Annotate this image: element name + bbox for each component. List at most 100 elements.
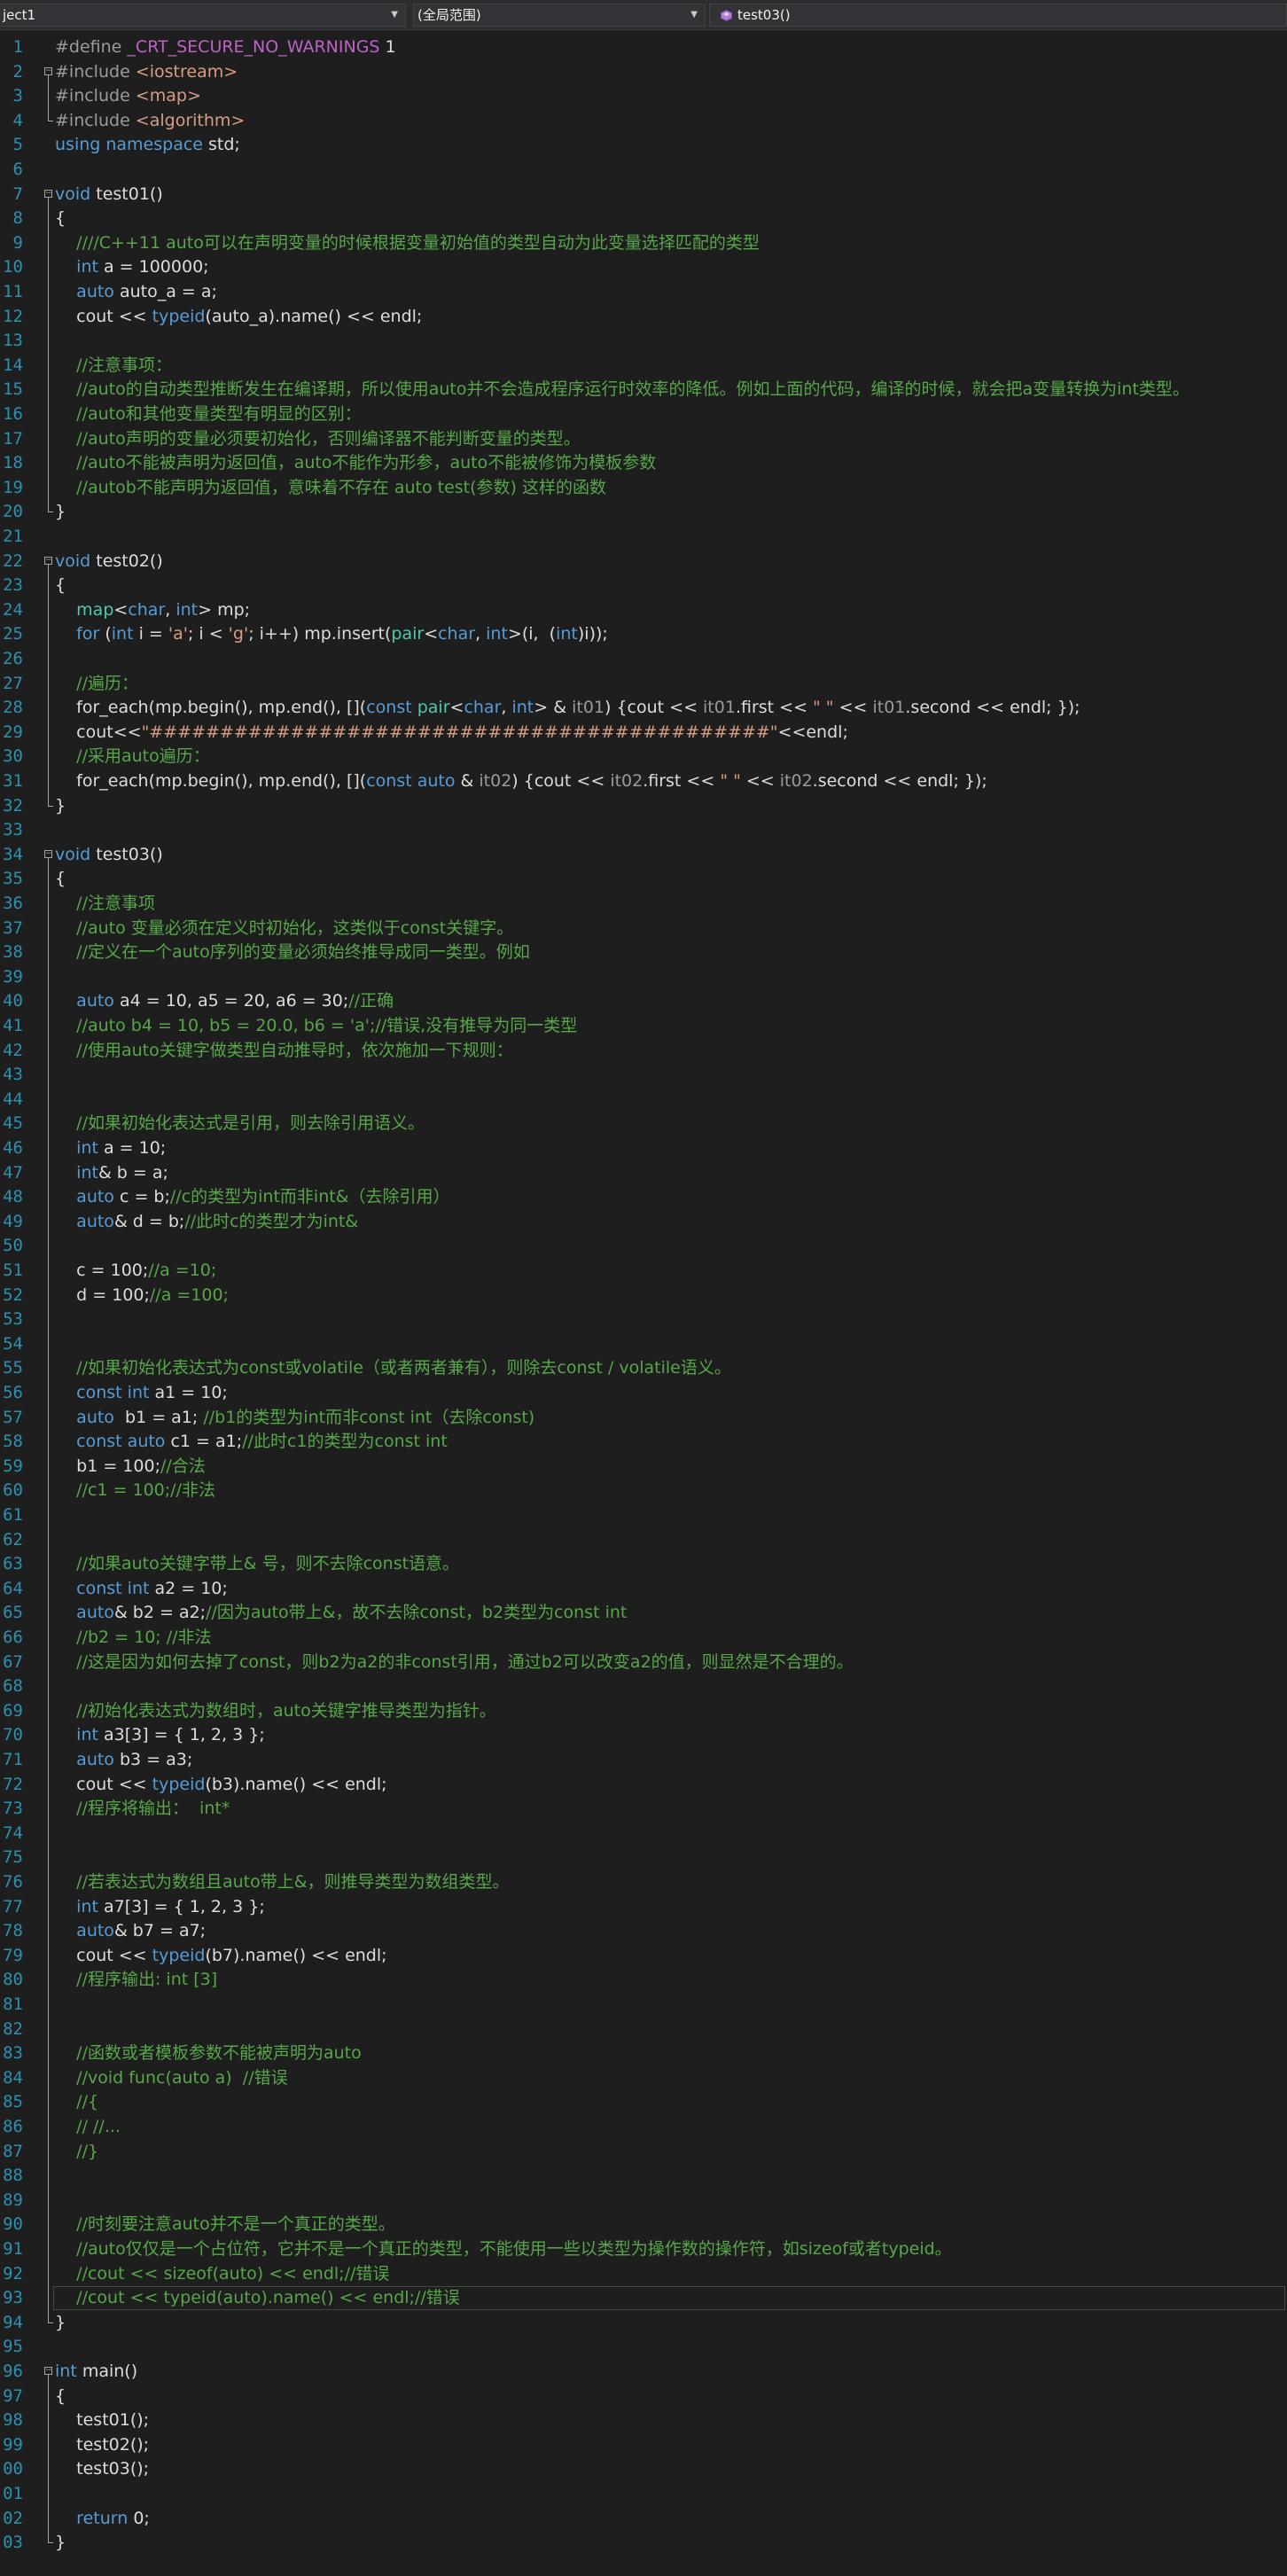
code-line[interactable]: 78 auto& b7 = a7; [0, 1919, 1287, 1944]
code-line[interactable]: 43 [0, 1063, 1287, 1088]
code-line[interactable]: 35 { [0, 867, 1287, 892]
code-line[interactable]: 33 [0, 818, 1287, 843]
code-line[interactable]: 26 [0, 647, 1287, 672]
code-line[interactable]: 74 [0, 1821, 1287, 1846]
code-line[interactable]: 27 //遍历： [0, 671, 1287, 697]
code-line[interactable]: 94} [0, 2310, 1287, 2336]
code-line[interactable]: 71 auto b3 = a3; [0, 1748, 1287, 1773]
code-line[interactable]: 53 [0, 1308, 1287, 1332]
code-line[interactable]: 01 [0, 2482, 1287, 2507]
code-line[interactable]: 02 return 0; [0, 2506, 1287, 2532]
code-line[interactable]: 89 [0, 2188, 1287, 2213]
member-dropdown[interactable]: test03() [709, 4, 1287, 27]
code-line[interactable]: 30 //采用auto遍历： [0, 745, 1287, 769]
code-line[interactable]: 13 [0, 329, 1287, 354]
code-line[interactable]: 55 //如果初始化表达式为const或volatile（或者两者兼有），则除去… [0, 1356, 1287, 1381]
fold-marker[interactable]: − [43, 550, 56, 574]
code-line[interactable]: 18 //auto不能被声明为返回值，auto不能作为形参，auto不能被修饰为… [0, 451, 1287, 476]
code-line[interactable]: 98 test01(); [0, 2408, 1287, 2433]
code-line[interactable]: 48 auto c = b;//c的类型为int而非int&（去除引用） [0, 1185, 1287, 1210]
code-line[interactable]: 25 for (int i = 'a'; i < 'g'; i++) mp.in… [0, 622, 1287, 647]
code-line[interactable]: 23 { [0, 574, 1287, 598]
code-line[interactable]: 38 //定义在一个auto序列的变量必须始终推导成同一类型。例如 [0, 941, 1287, 965]
code-line[interactable]: 87 //} [0, 2139, 1287, 2165]
code-line[interactable]: 83 //函数或者模板参数不能被声明为auto [0, 2041, 1287, 2066]
code-line[interactable]: 46 int a = 10; [0, 1136, 1287, 1161]
code-line[interactable]: 77 int a7[3] = { 1, 2, 3 }; [0, 1894, 1287, 1920]
code-line[interactable]: 17 //auto声明的变量必须要初始化，否则编译器不能判断变量的类型。 [0, 426, 1287, 452]
code-line[interactable]: 40 auto a4 = 10, a5 = 20, a6 = 30;//正确 [0, 989, 1287, 1014]
code-line[interactable]: 41 //auto b4 = 10, b5 = 20.0, b6 = 'a';/… [0, 1014, 1287, 1039]
collapse-icon[interactable]: − [44, 556, 52, 565]
fold-marker[interactable]: − [43, 60, 56, 85]
fold-marker[interactable]: − [43, 183, 56, 207]
code-line[interactable]: 34 − void test03() [0, 843, 1287, 868]
code-line[interactable]: 29 cout<<"##############################… [0, 720, 1287, 745]
code-line[interactable]: 69 //初始化表达式为数组时，auto关键字推导类型为指针。 [0, 1698, 1287, 1724]
collapse-icon[interactable]: − [44, 66, 52, 75]
code-line[interactable]: 70 int a3[3] = { 1, 2, 3 }; [0, 1723, 1287, 1748]
fold-marker[interactable]: − [43, 2360, 56, 2385]
code-line[interactable]: 65 auto& b2 = a2;//因为auto带上&，故不去除const，b… [0, 1601, 1287, 1626]
code-line[interactable]: 73 //程序将输出： int* [0, 1797, 1287, 1822]
code-line[interactable]: 59 b1 = 100;//合法 [0, 1454, 1287, 1479]
code-line[interactable]: 92 //cout << sizeof(auto) << endl;//错误 [0, 2261, 1287, 2287]
code-line[interactable]: 80 //程序输出: int [3] [0, 1968, 1287, 1993]
code-line[interactable]: 15 //auto的自动类型推断发生在编译期，所以使用auto并不会造成程序运行… [0, 378, 1287, 402]
project-dropdown[interactable]: ject1 ▼ [0, 4, 406, 27]
code-line[interactable]: 75 [0, 1846, 1287, 1870]
code-line[interactable]: 91 //auto仅仅是一个占位符，它并不是一个真正的类型，不能使用一些以类型为… [0, 2237, 1287, 2262]
fold-marker[interactable]: − [43, 843, 56, 868]
code-line[interactable]: 3 #include <map> [0, 84, 1287, 109]
code-line[interactable]: 79 cout << typeid(b7).name() << endl; [0, 1943, 1287, 1969]
code-line[interactable]: 72 cout << typeid(b3).name() << endl; [0, 1772, 1287, 1798]
code-line[interactable]: 50 [0, 1234, 1287, 1259]
code-line[interactable]: 24 map<char, int> mp; [0, 597, 1287, 623]
code-line[interactable]: 16 //auto和其他变量类型有明显的区别： [0, 402, 1287, 427]
code-line[interactable]: 21 [0, 525, 1287, 550]
collapse-icon[interactable]: − [44, 849, 52, 858]
code-line[interactable]: 44 [0, 1087, 1287, 1112]
code-line[interactable]: 67 //这是因为如何去掉了const，则b2为a2的非const引用，通过b2… [0, 1650, 1287, 1675]
collapse-icon[interactable]: − [44, 2367, 52, 2375]
code-line[interactable]: 56 const int a1 = 10; [0, 1381, 1287, 1406]
code-line[interactable]: 61 [0, 1503, 1287, 1528]
code-line[interactable]: 63 //如果auto关键字带上& 号，则不去除const语意。 [0, 1552, 1287, 1577]
collapse-icon[interactable]: − [44, 189, 52, 198]
code-line[interactable]: 31 for_each(mp.begin(), mp.end(), [](con… [0, 769, 1287, 794]
code-line[interactable]: 37 //auto 变量必须在定义时初始化，这类似于const关键字。 [0, 916, 1287, 941]
code-line[interactable]: 81 [0, 1993, 1287, 2018]
code-line[interactable]: 1 #define _CRT_SECURE_NO_WARNINGS 1 [0, 35, 1287, 60]
code-line[interactable]: 45 //如果初始化表达式是引用，则去除引用语义。 [0, 1112, 1287, 1136]
code-line[interactable]: 00 test03(); [0, 2457, 1287, 2482]
code-line[interactable]: 9 ////C++11 auto可以在声明变量的时候根据变量初始值的类型自动为此… [0, 230, 1287, 256]
code-line[interactable]: 90 //时刻要注意auto并不是一个真正的类型。 [0, 2213, 1287, 2237]
code-line[interactable]: 96 − int main() [0, 2360, 1287, 2385]
code-line[interactable]: 51 c = 100;//a =10; [0, 1259, 1287, 1284]
code-line[interactable]: 47 int& b = a; [0, 1160, 1287, 1186]
code-line[interactable]: 85 //{ [0, 2090, 1287, 2115]
code-line[interactable]: 99 test02(); [0, 2432, 1287, 2458]
code-line[interactable]: 95 [0, 2335, 1287, 2360]
code-line[interactable]: 82 [0, 2017, 1287, 2042]
code-line[interactable]: 8{ [0, 207, 1287, 231]
code-line[interactable]: 11 auto auto_a = a; [0, 280, 1287, 305]
code-line[interactable]: 86 // //... [0, 2115, 1287, 2140]
code-line[interactable]: 22 − void test02() [0, 550, 1287, 574]
scope-dropdown[interactable]: (全局范围) ▼ [413, 4, 706, 27]
code-line[interactable]: 20} [0, 500, 1287, 525]
code-editor[interactable]: 1 #define _CRT_SECURE_NO_WARNINGS 1 2− #inc… [0, 30, 1287, 2576]
code-line[interactable]: 62 [0, 1527, 1287, 1553]
code-line[interactable]: 68 [0, 1674, 1287, 1699]
code-line[interactable]: 19 //autob不能声明为返回值，意味着不存在 auto test(参数) … [0, 475, 1287, 501]
code-line[interactable]: 32} [0, 793, 1287, 819]
code-line[interactable]: 2 − #include <iostream> [0, 60, 1287, 85]
code-line[interactable]: 66 //b2 = 10; //非法 [0, 1626, 1287, 1651]
code-line[interactable]: 52 d = 100;//a =100; [0, 1283, 1287, 1308]
code-line[interactable]: 4 #include <algorithm> [0, 108, 1287, 134]
code-line[interactable]: 58 const auto c1 = a1;//此时c1的类型为const in… [0, 1430, 1287, 1455]
code-line[interactable]: 84 //void func(auto a) //错误 [0, 2065, 1287, 2091]
code-line[interactable]: 5 using namespace std; [0, 133, 1287, 158]
code-line[interactable]: 42 //使用auto关键字做类型自动推导时，依次施加一下规则： [0, 1038, 1287, 1064]
code-line[interactable]: 39 [0, 964, 1287, 990]
